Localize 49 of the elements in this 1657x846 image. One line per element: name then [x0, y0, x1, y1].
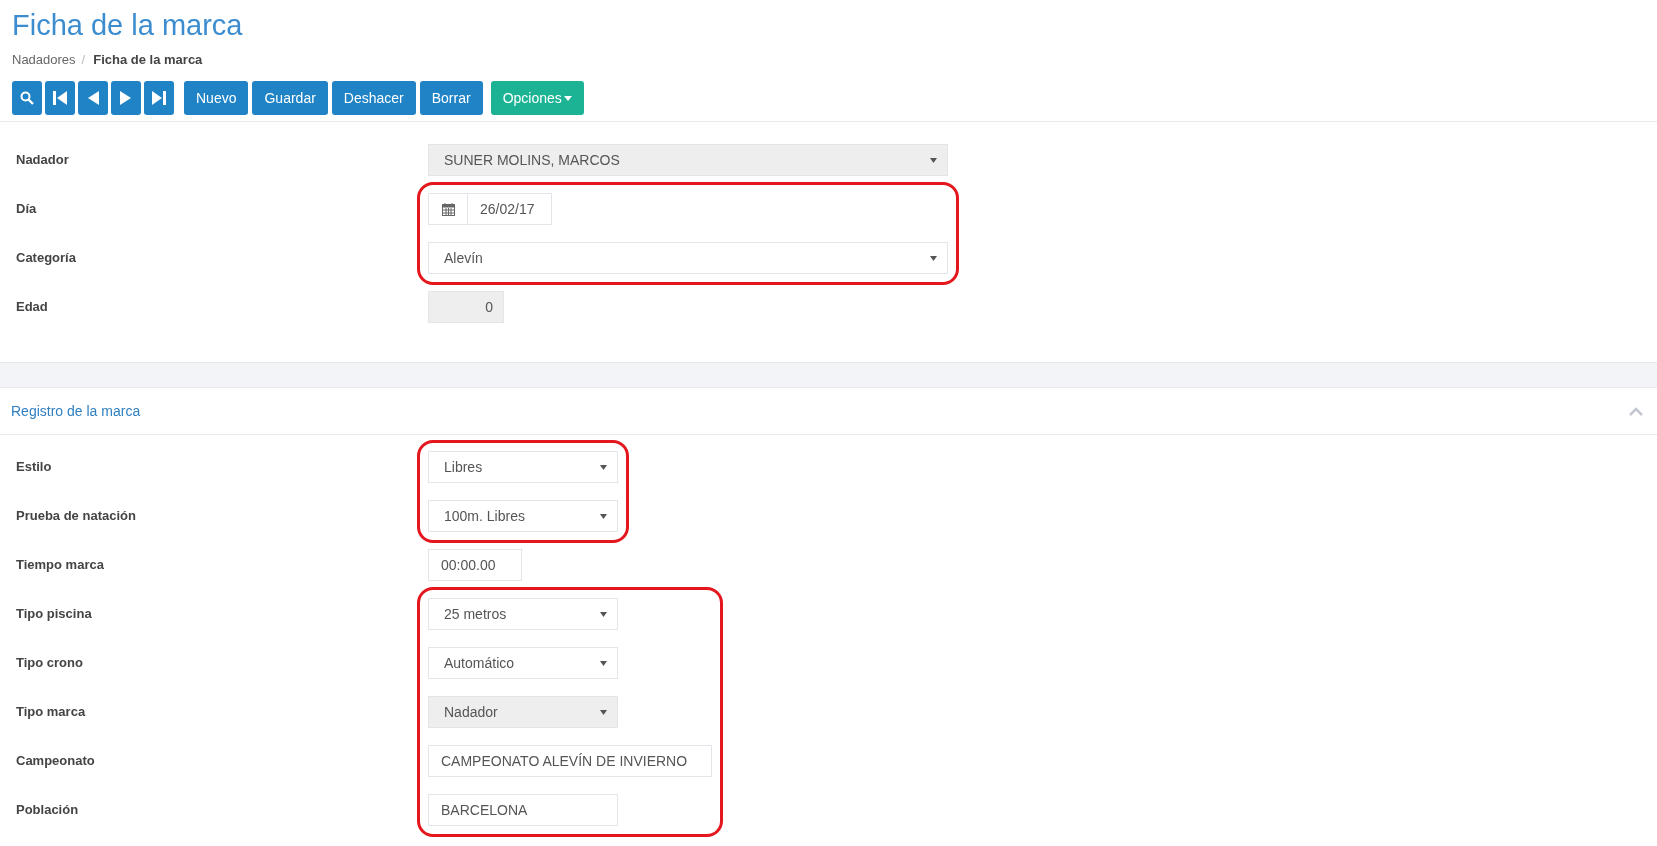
select-field[interactable]: 100m. Libres — [428, 500, 618, 532]
text-field[interactable]: BARCELONA — [428, 794, 618, 826]
select-field[interactable]: 25 metros — [428, 598, 618, 630]
field-label: Tipo crono — [16, 654, 84, 672]
field-label: Edad — [16, 298, 49, 316]
skip-first-icon — [52, 90, 68, 106]
toolbar-button[interactable]: Nuevo — [184, 81, 249, 115]
field-label: Población — [16, 801, 80, 819]
field-label: Campeonato — [16, 752, 96, 770]
toolbar-button[interactable]: Guardar — [252, 81, 328, 115]
toolbar-button[interactable]: Deshacer — [331, 81, 416, 115]
text-field[interactable]: 00:00.00 — [428, 549, 522, 581]
caret-icon — [563, 95, 572, 101]
field-label: Tipo marca — [16, 703, 87, 721]
breadcrumb-link[interactable]: Nadadores — [12, 52, 76, 67]
search-icon — [20, 91, 34, 105]
caret-icon — [930, 157, 937, 163]
breadcrumb-current: Ficha de la marca — [93, 52, 203, 67]
first-button[interactable] — [45, 81, 75, 115]
field-label: Categoría — [16, 249, 77, 267]
field-label: Tiempo marca — [16, 556, 105, 574]
caret-icon — [930, 255, 937, 261]
toolbar-button[interactable]: Borrar — [419, 81, 483, 115]
select-field[interactable]: Alevín — [428, 242, 948, 274]
field-label: Prueba de natación — [16, 507, 137, 525]
field-label: Tipo piscina — [16, 605, 93, 623]
triangle-right-icon — [119, 90, 133, 106]
caret-icon — [600, 660, 607, 666]
search-button[interactable] — [12, 81, 42, 115]
caret-icon — [600, 611, 607, 617]
calendar-icon — [441, 202, 455, 216]
previous-button[interactable] — [78, 81, 108, 115]
last-button[interactable] — [144, 81, 174, 115]
text-field[interactable]: CAMPEONATO ALEVÍN DE INVIERNO — [428, 745, 712, 777]
select-field[interactable]: Automático — [428, 647, 618, 679]
date-field[interactable]: 26/02/17 — [428, 193, 552, 225]
caret-icon — [600, 709, 607, 715]
next-button[interactable] — [111, 81, 141, 115]
triangle-left-icon — [86, 90, 100, 106]
field-label: Nadador — [16, 151, 70, 169]
caret-icon — [600, 513, 607, 519]
caret-icon — [600, 464, 607, 470]
breadcrumb-separator: / — [81, 52, 86, 67]
select-field[interactable]: Libres — [428, 451, 618, 483]
section-title[interactable]: Registro de la marca — [11, 403, 141, 419]
field-label: Estilo — [16, 458, 53, 476]
field-label: Día — [16, 200, 38, 218]
page-title: Ficha de la marca — [12, 8, 244, 42]
skip-last-icon — [151, 90, 167, 106]
